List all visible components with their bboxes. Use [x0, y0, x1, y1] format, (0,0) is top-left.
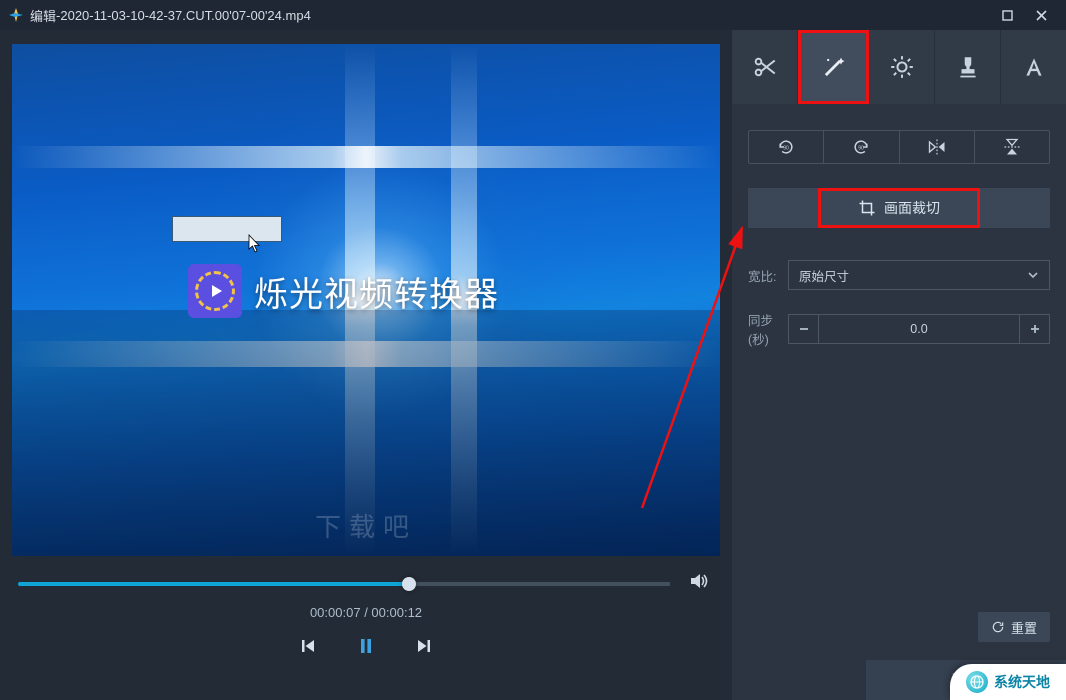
aspect-value: 原始尺寸 [799, 266, 849, 285]
transform-buttons: 90 90 [748, 130, 1050, 164]
scissors-icon [752, 54, 778, 80]
flip-vertical-button[interactable] [975, 131, 1049, 163]
overlay-app-name: 烁光视频转换器 [254, 267, 499, 316]
chevron-down-icon [1027, 269, 1039, 281]
desktop-textbox [172, 216, 282, 242]
magic-wand-icon [820, 53, 848, 81]
overlay-app-brand: 烁光视频转换器 [188, 264, 499, 318]
rotate-cw-icon: 90 [850, 137, 872, 157]
flip-horizontal-button[interactable] [900, 131, 975, 163]
sync-stepper[interactable]: 0.0 [788, 314, 1050, 344]
tools-panel: 90 90 画面裁切 宽比: 原始尺寸 [732, 30, 1066, 700]
tool-tabs [732, 30, 1066, 104]
text-icon [1021, 54, 1047, 80]
reset-label: 重置 [1011, 618, 1037, 637]
volume-icon[interactable] [690, 572, 710, 595]
stamp-icon [955, 54, 981, 80]
overlay-app-logo-icon [188, 264, 242, 318]
refresh-icon [991, 620, 1005, 634]
preview-watermark: 下载吧 [315, 507, 417, 544]
flip-vertical-icon [1001, 137, 1023, 157]
svg-text:90: 90 [859, 146, 865, 152]
prev-frame-button[interactable] [294, 632, 322, 660]
aspect-label: 宽比: [748, 266, 788, 285]
sync-value: 0.0 [819, 322, 1019, 336]
minus-icon [798, 323, 810, 335]
rotate-left-button[interactable]: 90 [749, 131, 824, 163]
plus-icon [1029, 323, 1041, 335]
timeline-knob[interactable] [402, 577, 416, 591]
titlebar: 编辑 - 2020-11-03-10-42-37.CUT.00'07-00'24… [0, 0, 1066, 30]
badge-globe-icon [966, 671, 988, 693]
pause-button[interactable] [352, 632, 380, 660]
sync-label: 同步(秒) [748, 310, 788, 348]
time-total: 00:00:12 [371, 605, 422, 620]
window-close-button[interactable] [1024, 1, 1058, 29]
tab-cut[interactable] [732, 30, 798, 104]
badge-text: 系统天地 [994, 672, 1050, 692]
time-current: 00:00:07 [310, 605, 361, 620]
svg-text:90: 90 [783, 146, 789, 152]
timeline-slider[interactable] [18, 582, 670, 586]
aspect-select[interactable]: 原始尺寸 [788, 260, 1050, 290]
brightness-icon [889, 54, 915, 80]
crop-button[interactable]: 画面裁切 [748, 188, 1050, 228]
video-preview[interactable]: 烁光视频转换器 下载吧 [12, 44, 720, 556]
flip-horizontal-icon [926, 137, 948, 157]
sync-increase-button[interactable] [1019, 315, 1049, 343]
title-filename: 2020-11-03-10-42-37.CUT.00'07-00'24.mp4 [60, 8, 310, 23]
site-watermark-badge: 系统天地 [950, 664, 1066, 700]
tab-brightness[interactable] [869, 30, 935, 104]
rotate-right-button[interactable]: 90 [824, 131, 899, 163]
title-app: 编辑 [30, 6, 56, 25]
next-frame-button[interactable] [410, 632, 438, 660]
annotation-crop-highlight [818, 188, 980, 228]
tab-text[interactable] [1001, 30, 1066, 104]
rotate-ccw-icon: 90 [775, 137, 797, 157]
app-logo-icon [8, 7, 24, 23]
time-display: 00:00:07 / 00:00:12 [0, 599, 732, 624]
sync-decrease-button[interactable] [789, 315, 819, 343]
mouse-cursor-icon [248, 234, 262, 254]
tab-watermark[interactable] [935, 30, 1001, 104]
preview-panel: 烁光视频转换器 下载吧 00:00:07 / 00:00:12 [0, 30, 732, 700]
window-maximize-button[interactable] [990, 1, 1024, 29]
tab-effects[interactable] [798, 30, 869, 104]
reset-button[interactable]: 重置 [978, 612, 1050, 642]
